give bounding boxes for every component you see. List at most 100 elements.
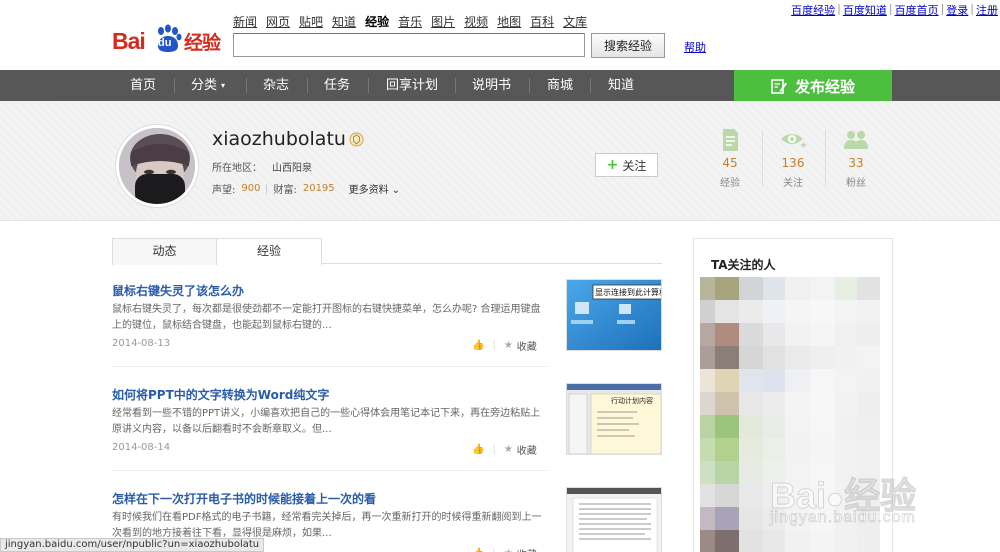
stat-following-label: 关注 — [783, 178, 803, 189]
thumbs-up-icon[interactable]: 👍 — [472, 340, 484, 351]
category-nav: 新闻 网页 贴吧 知道 经验 音乐 图片 视频 地图 百科 文库 — [233, 13, 596, 30]
toplink-zhidao[interactable]: 百度知道 — [843, 2, 887, 18]
stat-experience[interactable]: 45 经验 — [700, 128, 760, 189]
thumbnail-caption: 显示连接到此计算机 — [595, 288, 662, 297]
catnav-tieba[interactable]: 贴吧 — [299, 13, 323, 30]
mainnav-home[interactable]: 首页 — [130, 70, 156, 101]
mainnav-share-plan[interactable]: 回享计划 — [386, 70, 438, 101]
article-actions: 👍 | ★ 收藏 — [472, 546, 537, 552]
separator: | — [492, 340, 496, 351]
search-input[interactable] — [233, 33, 585, 57]
stat-experience-label: 经验 — [720, 178, 740, 189]
toplink-login[interactable]: 登录 — [946, 2, 968, 18]
mainnav-tasks[interactable]: 任务 — [324, 70, 350, 101]
separator — [590, 78, 591, 93]
article-description: 经常看到一些不错的PPT讲义，小编喜欢把自己的一些心得体会用笔记本记下来，再在旁… — [112, 408, 541, 435]
level-badge-icon[interactable] — [349, 132, 364, 147]
article-actions: 👍 | ★ 收藏 — [472, 442, 537, 457]
separator — [266, 183, 268, 194]
region-info: 所在地区： 山西阳泉 — [212, 159, 312, 174]
catnav-video[interactable]: 视频 — [464, 13, 488, 30]
eye-icon — [781, 134, 806, 148]
avatar[interactable] — [116, 125, 198, 207]
toplink-register[interactable]: 注册 — [976, 2, 998, 18]
thumbnail-image — [567, 488, 661, 552]
article-title[interactable]: 如何将PPT中的文字转换为Word纯文字 — [112, 386, 329, 403]
document-icon — [723, 129, 738, 151]
catnav-map[interactable]: 地图 — [497, 13, 521, 30]
separator: | — [940, 2, 945, 15]
top-bar: Bai du 经验 新闻 网页 贴吧 知道 经验 音乐 图片 视频 地图 百科 … — [0, 0, 1000, 70]
stat-following-count: 136 — [781, 156, 805, 170]
publish-label: 发布经验 — [794, 77, 855, 96]
divider — [112, 366, 548, 367]
article-title[interactable]: 怎样在下一次打开电子书的时候能接着上一次的看 — [112, 490, 376, 507]
article-date: 2014-08-14 — [112, 442, 171, 453]
region-label: 所在地区： — [212, 163, 262, 174]
favorite-button[interactable]: 收藏 — [517, 338, 537, 353]
article-thumbnail[interactable]: 显示连接到此计算机 — [566, 279, 662, 351]
catnav-jingyan[interactable]: 经验 — [365, 13, 389, 30]
separator: | — [888, 2, 893, 15]
mainnav-mall[interactable]: 商城 — [547, 70, 573, 101]
publish-experience-button[interactable]: 发布经验 — [734, 70, 892, 102]
article-description: 鼠标右键失灵了，每次都是很使劲都不一定能打开图标的右键快捷菜单，怎么办呢? 合理… — [112, 304, 541, 331]
thumbs-up-icon[interactable]: 👍 — [472, 444, 484, 455]
stat-following[interactable]: 136 关注 — [763, 128, 823, 189]
favorite-button[interactable]: 收藏 — [517, 546, 537, 552]
follow-label: 关注 — [622, 158, 647, 173]
star-icon: ★ — [503, 340, 513, 351]
mainnav-magazine[interactable]: 杂志 — [263, 70, 289, 101]
chevron-down-icon: ⌄ — [391, 185, 401, 196]
follow-button[interactable]: + 关注 — [595, 153, 658, 177]
mainnav-categories[interactable]: 分类 ▾ — [191, 70, 225, 101]
catnav-music[interactable]: 音乐 — [398, 13, 422, 30]
article-actions: 👍 | ★ 收藏 — [472, 338, 537, 353]
catnav-images[interactable]: 图片 — [431, 13, 455, 30]
catnav-wenku[interactable]: 文库 — [563, 13, 587, 30]
help-link[interactable]: 帮助 — [684, 39, 706, 55]
plus-icon: + — [606, 157, 619, 173]
more-info-link[interactable]: 更多资料 ⌄ — [349, 181, 400, 196]
toplink-home[interactable]: 百度首页 — [895, 2, 939, 18]
catnav-web[interactable]: 网页 — [266, 13, 290, 30]
stat-fans[interactable]: 33 粉丝 — [826, 128, 886, 189]
baidu-jingyan-watermark: Bai●经验 jingyan.baidu.com — [769, 455, 970, 535]
stat-fans-count: 33 — [848, 156, 864, 170]
edit-icon — [771, 79, 787, 94]
star-icon: ★ — [504, 548, 513, 552]
divider — [112, 470, 548, 471]
catnav-news[interactable]: 新闻 — [233, 13, 257, 30]
favorite-button[interactable]: 收藏 — [517, 442, 537, 457]
search-button[interactable]: 搜索经验 — [591, 33, 665, 58]
article-thumbnail[interactable] — [566, 487, 662, 552]
article-thumbnail[interactable]: 行动计划内容 — [566, 383, 662, 455]
separator: | — [837, 2, 841, 15]
catnav-baike[interactable]: 百科 — [530, 13, 554, 30]
content-tabs: 动态 经验 — [112, 238, 662, 265]
tab-experience[interactable]: 经验 — [216, 238, 322, 265]
article-date: 2014-08-13 — [112, 338, 171, 349]
watermark-url: jingyan.baidu.com — [770, 509, 916, 527]
thumbnail-image — [567, 384, 661, 454]
baidu-jingyan-logo[interactable]: Bai du 经验 — [112, 18, 224, 58]
article-title[interactable]: 鼠标右键失灵了该怎么办 — [112, 282, 244, 299]
browser-status-bar: jingyan.baidu.com/user/npublic?un=xiaozh… — [0, 538, 265, 552]
more-info-label: 更多资料 — [348, 185, 389, 196]
separator: | — [492, 444, 496, 455]
logo-du-text: du — [158, 37, 172, 49]
separator — [246, 78, 247, 93]
sidebar-title: TA关注的人 — [711, 258, 776, 272]
catnav-zhidao[interactable]: 知道 — [332, 13, 356, 30]
mainnav-manual[interactable]: 说明书 — [472, 70, 511, 101]
thumbs-up-icon[interactable]: 👍 — [472, 548, 484, 552]
separator — [307, 78, 308, 93]
toplink-jingyan[interactable]: 百度经验 — [791, 2, 835, 18]
separator — [174, 78, 175, 93]
tab-activity[interactable]: 动态 — [112, 238, 217, 265]
separator — [368, 78, 369, 93]
mainnav-zhidao[interactable]: 知道 — [608, 70, 634, 101]
mainnav-categories-label: 分类 — [191, 78, 218, 93]
logo-bai-text: Bai — [112, 28, 146, 54]
separator — [529, 78, 530, 93]
